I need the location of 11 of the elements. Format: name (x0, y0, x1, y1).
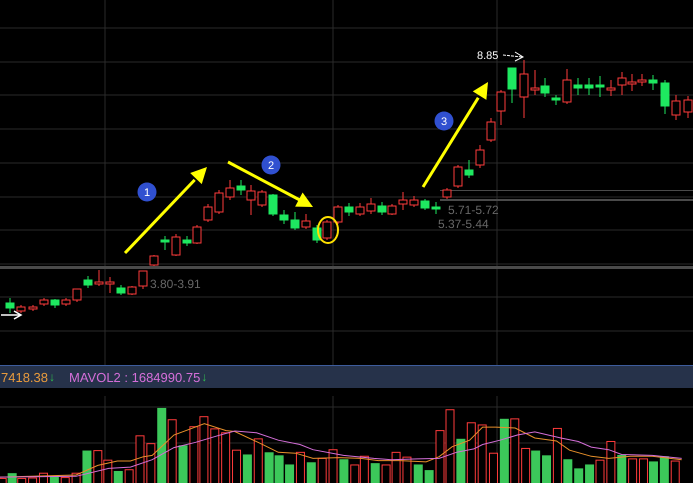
price-label: 5.37-5.44 (438, 217, 489, 231)
indicator-value: 7418.38 (1, 370, 48, 384)
price-label: 5.71-5.72 (448, 203, 499, 217)
trend-indicator: ↓ (49, 370, 55, 384)
price-label: 8.85 (477, 50, 498, 62)
step-badge: 2 (262, 156, 280, 174)
indicator-value: MAVOL2 : 1684990.75 (69, 370, 200, 384)
price-label: 3.80-3.91 (150, 277, 201, 291)
step-badge: 1 (138, 182, 156, 202)
trend-indicator: ↓ (201, 370, 208, 384)
step-badge: 3 (434, 112, 454, 130)
